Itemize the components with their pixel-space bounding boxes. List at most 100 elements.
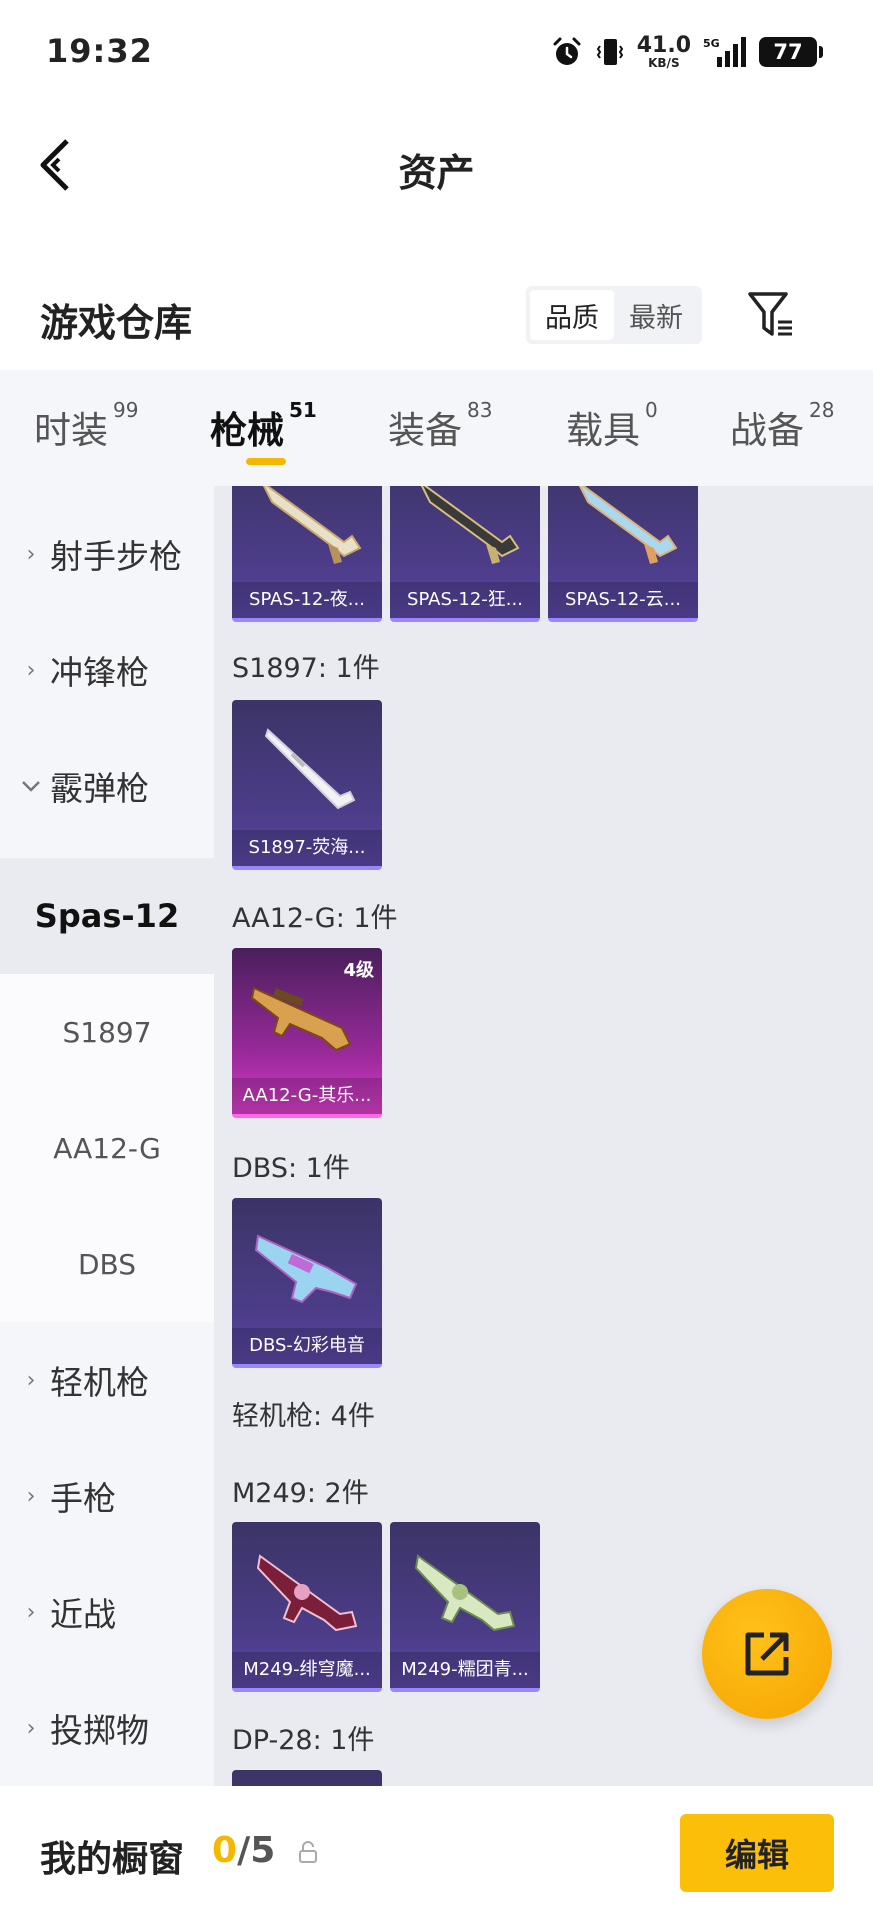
share-button[interactable]	[702, 1589, 832, 1719]
tab-count: 0	[645, 398, 658, 422]
battery-indicator: 77	[759, 37, 823, 67]
tab-count: 51	[289, 398, 317, 422]
showcase-label: 我的橱窗	[40, 1839, 185, 1880]
sidebar-subitem-aa12g[interactable]: AA12-G	[0, 1090, 214, 1206]
active-tab-indicator	[246, 458, 286, 465]
sidebar-item-label: 射手步枪	[50, 537, 182, 576]
sidebar-item-smg[interactable]: › 冲锋枪	[0, 612, 214, 728]
group-label-lmg: 轻机枪: 4件	[232, 1401, 375, 1432]
skin-card-label: AA12-G-其乐...	[232, 1078, 382, 1114]
status-time: 19:32	[46, 32, 153, 70]
tab-count: 28	[809, 398, 835, 422]
chevron-down-icon	[18, 780, 44, 792]
vibrate-icon	[596, 39, 623, 65]
sidebar-item-marksman-rifle[interactable]: › 射手步枪	[0, 496, 214, 612]
sidebar-subitem-dbs[interactable]: DBS	[0, 1206, 214, 1322]
chevron-right-icon: ›	[26, 1483, 36, 1509]
page-header: 资产	[0, 104, 873, 224]
sidebar-item-label: 冲锋枪	[50, 653, 149, 692]
section-title: 游戏仓库	[40, 301, 193, 345]
page-title: 资产	[398, 151, 475, 195]
shotgun-skin-icon	[254, 1234, 358, 1304]
skin-card[interactable]	[232, 1770, 382, 1786]
skin-card[interactable]: M249-糯团青...	[390, 1522, 540, 1692]
tab-label: 时装	[34, 409, 108, 452]
warehouse-header: 游戏仓库 品质 最新	[0, 270, 873, 360]
sidebar-item-label: 近战	[50, 1595, 116, 1634]
status-icons: 41.0 KB/S 5G 77	[551, 30, 823, 74]
chevron-right-icon: ›	[26, 1367, 36, 1393]
filter-icon	[748, 292, 792, 336]
skin-level-badge: 4级	[343, 960, 374, 981]
chevron-right-icon: ›	[26, 1715, 36, 1741]
sidebar-item-label: 轻机枪	[50, 1363, 149, 1402]
sidebar-item-melee[interactable]: › 近战	[0, 1554, 214, 1670]
network-speed-unit: KB/S	[648, 56, 680, 70]
tab-equipment[interactable]: 装备 83	[388, 398, 493, 454]
chevron-right-icon: ›	[26, 657, 36, 683]
skin-card-label: SPAS-12-云...	[548, 582, 698, 618]
showcase-count: 0/5	[212, 1830, 275, 1871]
tab-count: 99	[113, 398, 139, 422]
tab-combat-supplies[interactable]: 战备 28	[730, 398, 835, 454]
skin-card-label: SPAS-12-狂...	[390, 582, 540, 618]
filter-button[interactable]	[740, 284, 802, 346]
group-label-s1897: S1897: 1件	[232, 653, 380, 684]
share-external-icon	[745, 1632, 789, 1676]
network-speed-value: 41.0	[636, 33, 691, 58]
network-speed: 41.0 KB/S	[636, 33, 691, 70]
tab-label: 战备	[730, 409, 804, 452]
sidebar-subitem-spas12[interactable]: Spas-12	[0, 858, 214, 974]
skin-card-label: DBS-幻彩电音	[232, 1328, 382, 1364]
skin-card[interactable]: SPAS-12-夜...	[232, 486, 382, 622]
shotgun-skin-icon	[262, 486, 362, 564]
skin-card[interactable]: M249-绯穹魔...	[232, 1522, 382, 1692]
group-label-dp28: DP-28: 1件	[232, 1725, 375, 1756]
sidebar-subitem-s1897[interactable]: S1897	[0, 974, 214, 1090]
skin-card[interactable]: SPAS-12-狂...	[390, 486, 540, 622]
tab-count: 83	[467, 398, 493, 422]
lock-icon	[299, 1841, 317, 1863]
sidebar-item-label: 手枪	[50, 1479, 116, 1518]
showcase-count-current: 0	[212, 1830, 238, 1871]
skin-card[interactable]: 4级 AA12-G-其乐...	[232, 948, 382, 1118]
network-type-text: 5G	[703, 37, 720, 50]
tab-firearms[interactable]: 枪械 51	[210, 398, 317, 454]
tab-fashion[interactable]: 时装 99	[34, 398, 139, 454]
group-label-dbs: DBS: 1件	[232, 1153, 350, 1184]
showcase-bar: 我的橱窗 0/5 编辑	[0, 1786, 873, 1920]
alarm-icon	[553, 37, 581, 65]
sidebar-item-lmg[interactable]: › 轻机枪	[0, 1322, 214, 1438]
skin-card[interactable]: SPAS-12-云...	[548, 486, 698, 622]
tab-vehicles[interactable]: 载具 0	[566, 398, 658, 454]
group-label-m249: M249: 2件	[232, 1478, 369, 1509]
showcase-count-total: /5	[237, 1830, 276, 1871]
sidebar-item-pistol[interactable]: › 手枪	[0, 1438, 214, 1554]
sort-toggle: 品质 最新	[526, 286, 702, 344]
app-root: 19:32 41.0 KB/S 5G 77 资产 游戏仓库 品质 最新 时装 9…	[0, 0, 873, 1920]
category-tabs: 时装 99 枪械 51 装备 83 载具 0 战备 28	[0, 370, 873, 486]
edit-button[interactable]: 编辑	[680, 1814, 834, 1892]
skin-card-label: SPAS-12-夜...	[232, 582, 382, 618]
skin-card[interactable]: S1897-荧海...	[232, 700, 382, 870]
tab-label: 枪械	[210, 409, 284, 452]
tab-label: 载具	[566, 409, 640, 452]
sidebar-item-label: 投掷物	[50, 1711, 149, 1750]
signal-5g-icon: 5G	[703, 37, 746, 67]
lmg-skin-icon	[414, 1554, 516, 1632]
sidebar-item-throwables[interactable]: › 投掷物	[0, 1670, 214, 1786]
skin-card[interactable]: DBS-幻彩电音	[232, 1198, 382, 1368]
status-bar: 19:32 41.0 KB/S 5G 77	[0, 0, 873, 104]
chevron-right-icon: ›	[26, 541, 36, 567]
lmg-skin-icon	[256, 1554, 358, 1632]
sidebar-item-shotgun[interactable]: 霰弹枪	[0, 728, 214, 844]
skin-card-label: S1897-荧海...	[232, 830, 382, 866]
skin-card-label: M249-绯穹魔...	[232, 1652, 382, 1688]
skin-card-label: M249-糯团青...	[390, 1652, 540, 1688]
shotgun-skin-icon	[264, 728, 356, 810]
sort-option-newest[interactable]: 最新	[614, 290, 698, 340]
sort-option-quality[interactable]: 品质	[530, 290, 614, 340]
chevron-right-icon: ›	[26, 1599, 36, 1625]
tab-label: 装备	[388, 409, 462, 452]
group-label-aa12g: AA12-G: 1件	[232, 903, 398, 934]
